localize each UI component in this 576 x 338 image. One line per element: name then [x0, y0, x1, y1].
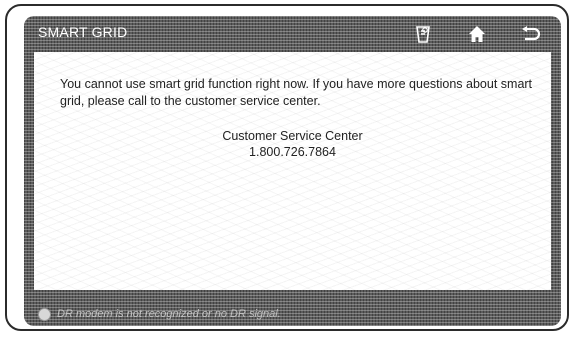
status-indicator-icon: [38, 308, 51, 321]
status-bar: DR modem is not recognized or no DR sign…: [24, 304, 561, 326]
appliance-screen: SMART GRID You cannot use smart grid fun…: [24, 16, 561, 326]
settings-icon[interactable]: [412, 23, 434, 45]
status-message: DR modem is not recognized or no DR sign…: [57, 308, 281, 320]
header-bar: SMART GRID: [24, 16, 561, 52]
message-panel: You cannot use smart grid function right…: [34, 52, 551, 290]
home-icon[interactable]: [466, 23, 488, 45]
unavailable-message: You cannot use smart grid function right…: [60, 77, 533, 108]
device-frame: SMART GRID You cannot use smart grid fun…: [5, 4, 569, 331]
contact-number: 1.800.726.7864: [249, 145, 336, 159]
contact-label: Customer Service Center: [222, 129, 363, 143]
back-icon[interactable]: [520, 23, 542, 45]
page-title: SMART GRID: [38, 24, 128, 40]
